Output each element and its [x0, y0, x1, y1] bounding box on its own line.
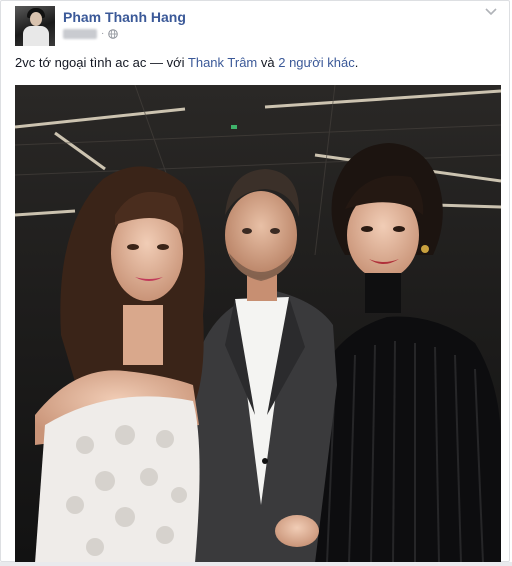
author-avatar[interactable] [15, 6, 55, 46]
globe-icon[interactable] [108, 29, 119, 39]
photo-illustration [15, 85, 501, 563]
feed-divider [0, 562, 512, 566]
post-meta: · [63, 28, 119, 40]
post-options-button[interactable] [483, 5, 499, 19]
author-name[interactable]: Pham Thanh Hang [63, 9, 186, 25]
post-connector: và [257, 55, 279, 70]
meta-separator: · [101, 28, 105, 39]
post-end: . [354, 55, 359, 70]
chevron-down-icon [485, 8, 497, 16]
post-card: Pham Thanh Hang · 2vc tớ ngoại tình ac a… [0, 0, 510, 563]
post-message: 2vc tớ ngoại tình ac ac — với [15, 55, 188, 70]
tagged-person-link[interactable]: Thank Trâm [188, 55, 257, 70]
timestamp-redacted[interactable] [63, 29, 97, 39]
tagged-others-link[interactable]: 2 người khác [278, 55, 355, 70]
post-text: 2vc tớ ngoại tình ac ac — với Thank Trâm… [15, 55, 358, 70]
post-photo[interactable] [15, 85, 501, 563]
